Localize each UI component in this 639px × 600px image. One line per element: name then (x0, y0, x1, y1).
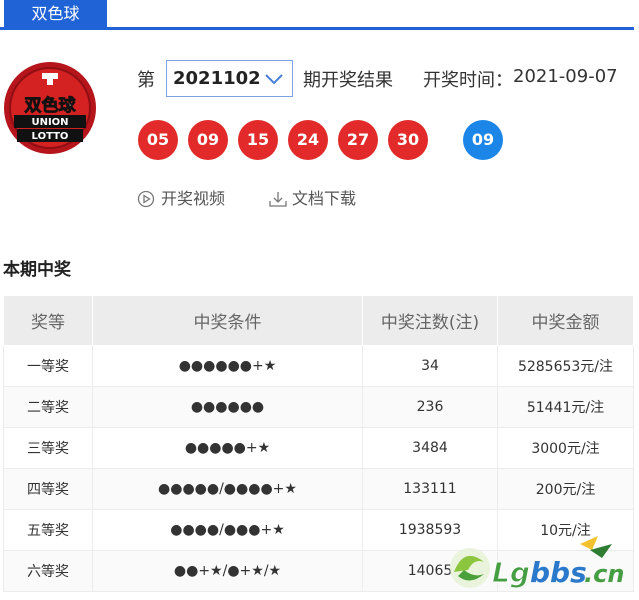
section-title: 本期中奖 (3, 260, 71, 280)
svg-text:.cn: .cn (584, 560, 624, 588)
table-row: 四等奖 ●●●●●/●●●●+★ 133111 200元/注 (3, 468, 634, 510)
red-ball: 30 (388, 120, 428, 160)
svg-text:双色球: 双色球 (25, 95, 77, 116)
column-header: 中奖注数(注) (362, 295, 498, 346)
prize-condition: ●●+★/●+★/★ (92, 550, 363, 592)
svg-text:bbs: bbs (530, 556, 587, 589)
site-watermark: Lg bbs .cn (440, 530, 635, 600)
prize-condition: ●●●●●/●●●●+★ (92, 468, 363, 510)
tab-shuangseqiu[interactable]: 双色球 (4, 0, 107, 27)
winner-count: 3484 (362, 427, 498, 469)
period-value: 2021102 (173, 68, 261, 89)
video-link-label: 开奖视频 (161, 189, 226, 208)
prize-condition: ●●●●/●●●+★ (92, 509, 363, 551)
chevron-down-icon (265, 74, 283, 85)
draw-time-value: 2021-09-07 (513, 66, 618, 87)
winner-count: 236 (362, 386, 498, 428)
play-icon (137, 190, 155, 208)
column-header: 中奖金额 (497, 295, 634, 346)
red-ball: 15 (238, 120, 278, 160)
prize-amount: 3000元/注 (497, 427, 634, 469)
union-lotto-logo: 双色球 UNION LOTTO (3, 61, 97, 155)
prize-condition: ●●●●●●+★ (92, 345, 363, 387)
download-link[interactable]: 文档下载 (268, 188, 368, 210)
red-ball: 27 (338, 120, 378, 160)
download-icon (269, 192, 287, 207)
draw-time-label: 开奖时间： (423, 70, 513, 91)
blue-ball: 09 (463, 120, 503, 160)
prize-level: 三等奖 (3, 427, 93, 469)
column-header: 中奖条件 (92, 295, 363, 346)
tab-bar: 双色球 (0, 0, 634, 30)
svg-text:LOTTO: LOTTO (32, 131, 69, 142)
column-header: 奖等 (3, 295, 93, 346)
prize-level: 一等奖 (3, 345, 93, 387)
red-ball: 24 (288, 120, 328, 160)
table-row: 二等奖 ●●●●●● 236 51441元/注 (3, 386, 634, 428)
prize-condition: ●●●●●● (92, 386, 363, 428)
prize-level: 五等奖 (3, 509, 93, 551)
video-link[interactable]: 开奖视频 (137, 188, 237, 210)
prize-amount: 51441元/注 (497, 386, 634, 428)
table-header-row: 奖等 中奖条件 中奖注数(注) 中奖金额 (3, 295, 634, 346)
download-link-label: 文档下载 (292, 189, 357, 208)
period-select[interactable]: 2021102 (166, 60, 293, 97)
prize-level: 六等奖 (3, 550, 93, 592)
prize-amount: 200元/注 (497, 468, 634, 510)
red-ball: 05 (138, 120, 178, 160)
table-row: 一等奖 ●●●●●●+★ 34 5285653元/注 (3, 345, 634, 387)
prize-level: 四等奖 (3, 468, 93, 510)
period-suffix: 期开奖结果 (303, 70, 393, 91)
period-prefix: 第 (137, 70, 155, 91)
winner-count: 133111 (362, 468, 498, 510)
table-row: 三等奖 ●●●●●+★ 3484 3000元/注 (3, 427, 634, 469)
prize-amount: 5285653元/注 (497, 345, 634, 387)
svg-text:Lg: Lg (492, 556, 530, 589)
prize-condition: ●●●●●+★ (92, 427, 363, 469)
red-ball: 09 (188, 120, 228, 160)
svg-text:UNION: UNION (31, 117, 68, 128)
prize-level: 二等奖 (3, 386, 93, 428)
winner-count: 34 (362, 345, 498, 387)
